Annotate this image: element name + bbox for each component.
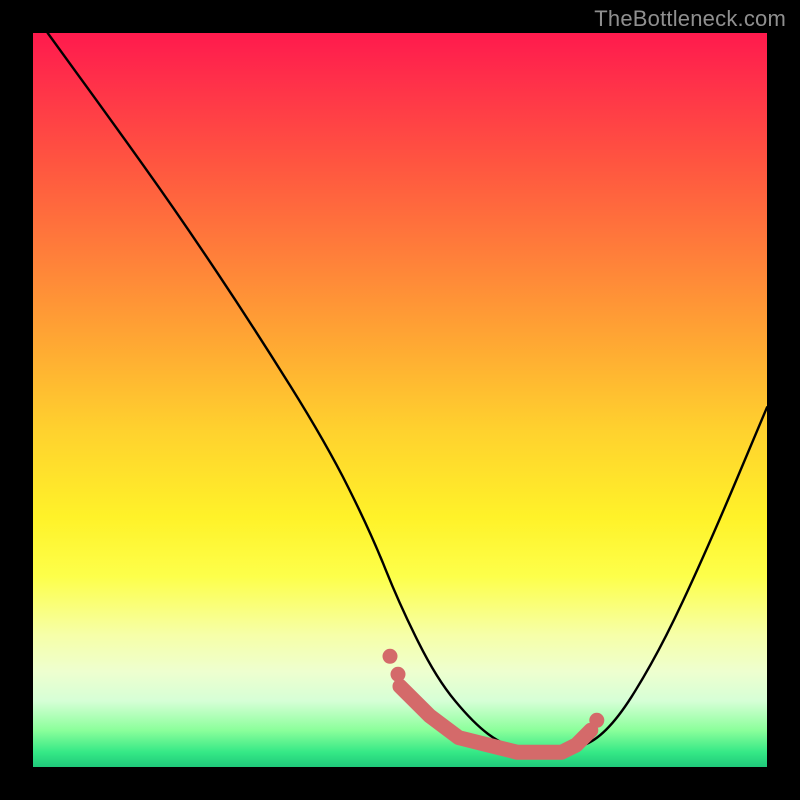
minimum-zone-dot [590,713,604,727]
attribution-text: TheBottleneck.com [594,6,786,32]
curve-layer [33,33,767,767]
minimum-zone-dot [391,667,405,681]
chart-stage: TheBottleneck.com [0,0,800,800]
minimum-zone-dot [383,649,397,663]
plot-area [33,33,767,767]
minimum-zone-polyline [400,686,591,752]
bottleneck-curve-path [48,33,767,752]
